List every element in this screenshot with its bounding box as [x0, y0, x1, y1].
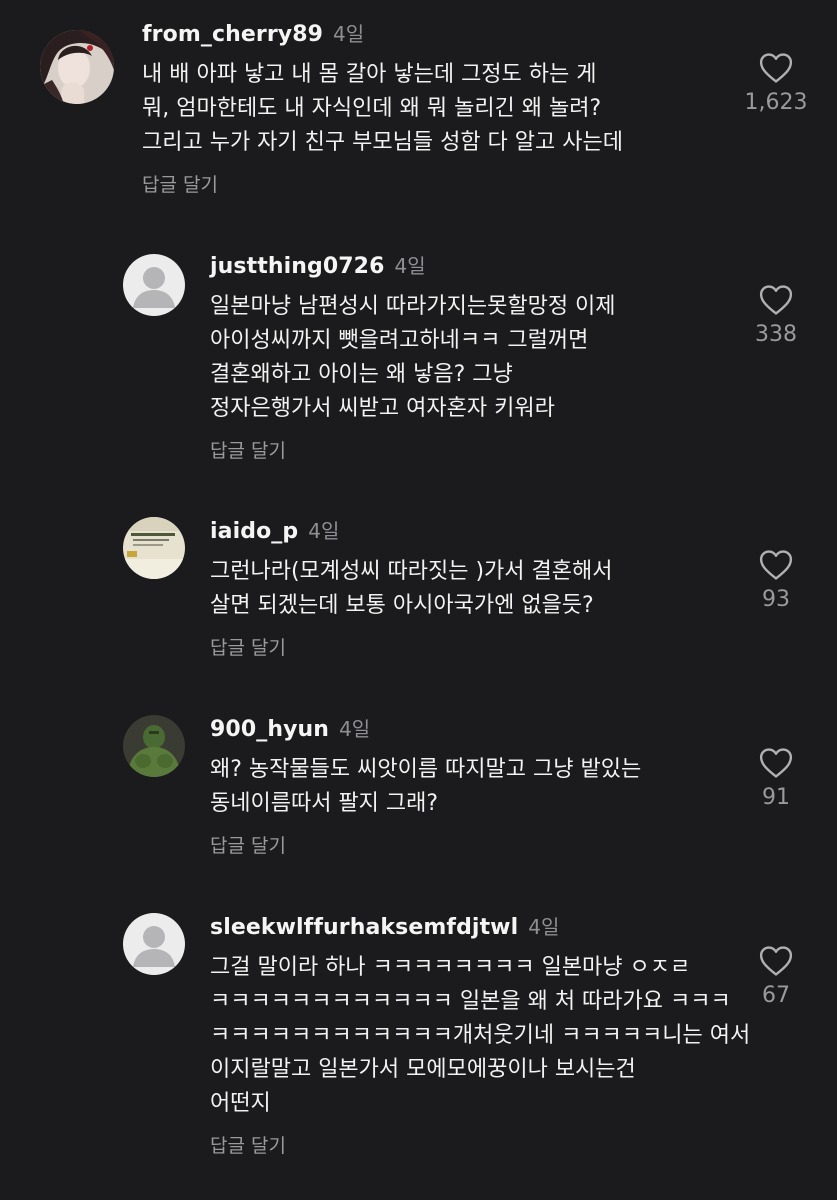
timestamp: 4일 [394, 254, 426, 278]
comment-line: 결혼왜하고 아이는 왜 낳음? 그냥 [210, 362, 513, 387]
comment-line: 이지랄말고 일본가서 모에모에꿍이나 보시는건 [210, 1057, 636, 1082]
timestamp: 4일 [339, 717, 371, 741]
like-count: 67 [762, 983, 790, 1008]
username[interactable]: iaido_p [210, 519, 298, 544]
avatar[interactable] [123, 913, 185, 975]
like-count: 338 [755, 322, 797, 347]
avatar[interactable] [123, 254, 185, 316]
comment-line: 동네이름따서 팔지 그래? [210, 791, 439, 816]
comment-line: ㅋㅋㅋㅋㅋㅋㅋㅋㅋㅋㅋㅋ개처웃기네 ㅋㅋㅋㅋㅋ니는 여서 [210, 1023, 751, 1048]
comment-line: 아이성씨까지 뺏을려고하네ㅋㅋ 그럴꺼면 [210, 328, 589, 353]
heart-outline-icon [759, 946, 793, 976]
comment-text: 왜? 농작물들도 씨앗이름 따지말고 그냥 밭있는 동네이름따서 팔지 그래? [210, 753, 641, 821]
like-button[interactable]: 338 [731, 284, 821, 347]
comment-line: 살면 되겠는데 보통 아시아국가엔 없을듯? [210, 593, 594, 618]
comment-line: 뭐, 엄마한테도 내 자식인데 왜 뭐 놀리긴 왜 놀려? [142, 96, 602, 121]
comment-text: 내 배 아파 낳고 내 몸 갈아 낳는데 그정도 하는 게 뭐, 엄마한테도 내… [142, 58, 623, 160]
like-button[interactable]: 1,623 [731, 52, 821, 115]
username[interactable]: from_cherry89 [142, 22, 323, 47]
reply-button[interactable]: 답글 달기 [210, 1131, 750, 1158]
reply-button[interactable]: 답글 달기 [210, 633, 612, 660]
like-count: 93 [762, 587, 790, 612]
like-button[interactable]: 91 [731, 747, 821, 810]
avatar[interactable] [123, 715, 185, 777]
comment-line: 왜? 농작물들도 씨앗이름 따지말고 그냥 밭있는 [210, 757, 642, 782]
avatar[interactable] [40, 30, 114, 104]
comment-line: 그런나라(모계성씨 따라짓는 )가서 결혼해서 [210, 559, 613, 584]
username[interactable]: 900_hyun [210, 717, 329, 742]
timestamp: 4일 [308, 519, 340, 543]
like-button[interactable]: 93 [731, 549, 821, 612]
comment-text: 그런나라(모계성씨 따라짓는 )가서 결혼해서 살면 되겠는데 보통 아시아국가… [210, 555, 612, 623]
timestamp: 4일 [333, 22, 365, 46]
comment-line: 일본마냥 남편성시 따라가지는못할망정 이제 [210, 294, 616, 319]
comment-line: 어떤지 [210, 1091, 271, 1116]
heart-outline-icon [759, 748, 793, 778]
heart-outline-icon [759, 53, 793, 83]
comment-line: 그리고 누가 자기 친구 부모님들 성함 다 알고 사는데 [142, 130, 623, 155]
reply-button[interactable]: 답글 달기 [210, 436, 616, 463]
reply-button[interactable]: 답글 달기 [210, 831, 641, 858]
heart-outline-icon [759, 550, 793, 580]
username[interactable]: justthing0726 [210, 254, 384, 279]
comment-line: ㅋㅋㅋㅋㅋㅋㅋㅋㅋㅋㅋㅋ 일본을 왜 처 따라가요 ㅋㅋㅋ [210, 989, 731, 1014]
avatar[interactable] [123, 517, 185, 579]
reply-button[interactable]: 답글 달기 [142, 170, 623, 197]
comments-page: from_cherry89 4일 내 배 아파 낳고 내 몸 갈아 낳는데 그정… [0, 0, 837, 1200]
comment-text: 일본마냥 남편성시 따라가지는못할망정 이제 아이성씨까지 뺏을려고하네ㅋㅋ 그… [210, 290, 616, 426]
timestamp: 4일 [528, 915, 560, 939]
comment-text: 그걸 말이라 하나 ㅋㅋㅋㅋㅋㅋㅋㅋ 일본마냥 ㅇㅈㄹ ㅋㅋㅋㅋㅋㅋㅋㅋㅋㅋㅋㅋ… [210, 951, 750, 1121]
like-button[interactable]: 67 [731, 945, 821, 1008]
like-count: 1,623 [744, 90, 808, 115]
comment-line: 정자은행가서 씨받고 여자혼자 키워라 [210, 396, 555, 421]
heart-outline-icon [759, 285, 793, 315]
comment-line: 내 배 아파 낳고 내 몸 갈아 낳는데 그정도 하는 게 [142, 62, 597, 87]
username[interactable]: sleekwlffurhaksemfdjtwl [210, 915, 518, 940]
comment-line: 그걸 말이라 하나 ㅋㅋㅋㅋㅋㅋㅋㅋ 일본마냥 ㅇㅈㄹ [210, 955, 691, 980]
like-count: 91 [762, 785, 790, 810]
